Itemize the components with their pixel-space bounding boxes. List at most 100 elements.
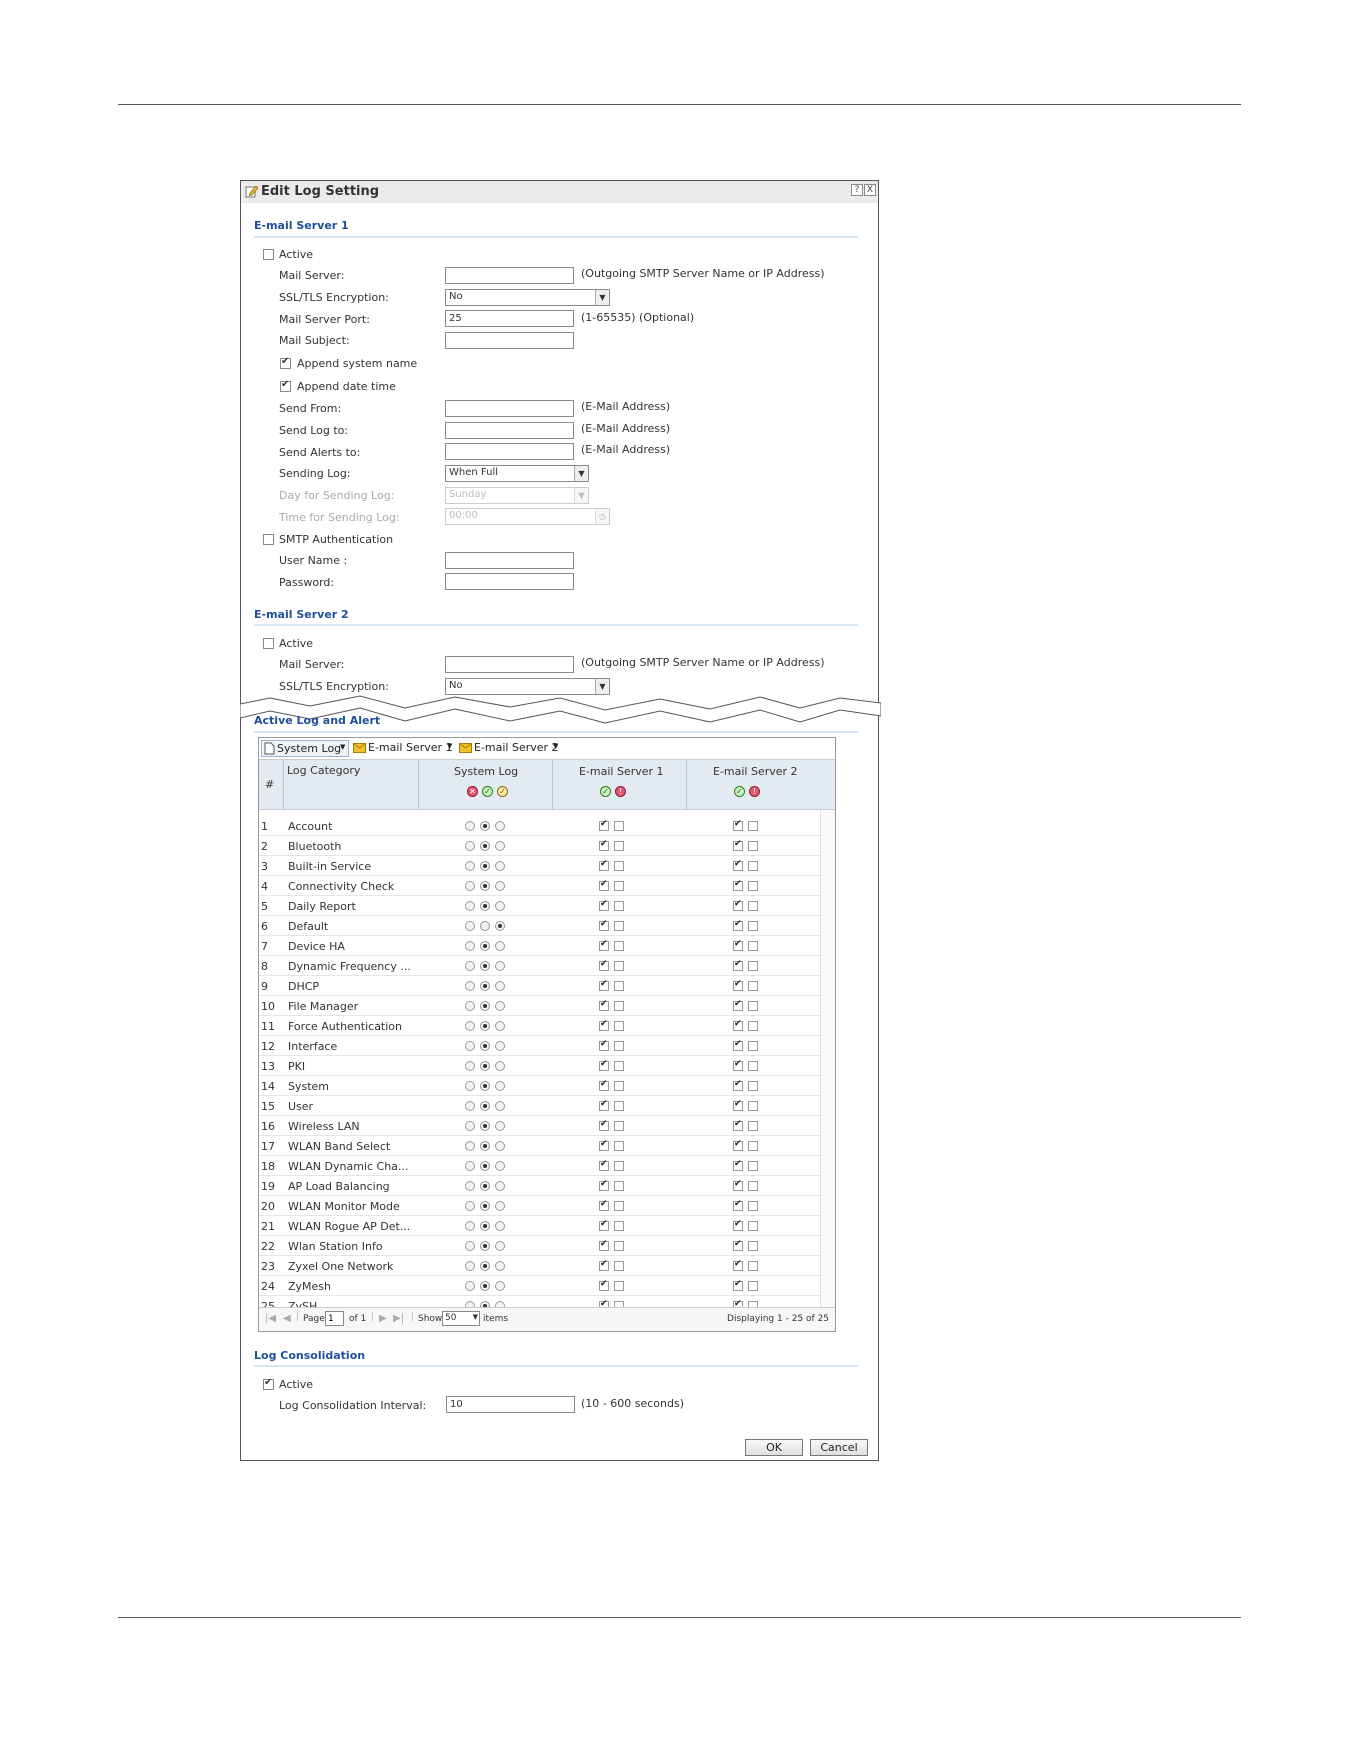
system-log-normal-radio[interactable] <box>480 1041 490 1051</box>
system-log-normal-radio[interactable] <box>480 961 490 971</box>
email-2-normal-checkbox[interactable] <box>733 959 743 971</box>
system-log-disable-radio[interactable] <box>465 821 475 831</box>
email-1-normal-checkbox[interactable] <box>599 1239 609 1251</box>
es2-active-checkbox[interactable] <box>263 638 274 649</box>
email-2-alert-checkbox[interactable] <box>748 1061 758 1071</box>
system-log-alert-radio[interactable] <box>495 1261 505 1271</box>
email-1-normal-checkbox[interactable] <box>599 1219 609 1231</box>
system-log-alert-radio[interactable] <box>495 841 505 851</box>
system-log-alert-radio[interactable] <box>495 941 505 951</box>
es1-port-input[interactable] <box>445 310 574 327</box>
sending-log-select[interactable]: When Full ▼ <box>445 465 589 482</box>
email-1-alert-checkbox[interactable] <box>614 1001 624 1011</box>
email-1-normal-checkbox[interactable] <box>599 1139 609 1151</box>
email-2-normal-checkbox[interactable] <box>733 1159 743 1171</box>
email-1-normal-checkbox[interactable] <box>599 959 609 971</box>
email-2-alert-checkbox[interactable] <box>748 881 758 891</box>
email-1-alert-checkbox[interactable] <box>614 1041 624 1051</box>
system-log-disable-radio[interactable] <box>465 1181 475 1191</box>
email-2-normal-checkbox[interactable] <box>733 899 743 911</box>
append-date-time-checkbox[interactable] <box>280 379 291 392</box>
system-log-normal-radio[interactable] <box>480 981 490 991</box>
help-icon[interactable]: ? <box>851 184 863 196</box>
email-2-normal-checkbox[interactable] <box>733 919 743 931</box>
system-log-normal-radio[interactable] <box>480 881 490 891</box>
email-2-normal-checkbox[interactable] <box>733 1139 743 1151</box>
system-log-alert-radio[interactable] <box>495 921 505 931</box>
email-2-normal-checkbox[interactable] <box>733 1059 743 1071</box>
email-2-alert-checkbox[interactable] <box>748 1041 758 1051</box>
email-2-alert-checkbox[interactable] <box>748 1181 758 1191</box>
email-2-alert-checkbox[interactable] <box>748 1081 758 1091</box>
email-1-alert-checkbox[interactable] <box>614 1201 624 1211</box>
email-2-normal-checkbox[interactable] <box>733 1279 743 1291</box>
system-log-normal-radio[interactable] <box>480 1021 490 1031</box>
system-log-alert-radio[interactable] <box>495 1101 505 1111</box>
system-log-disable-radio[interactable] <box>465 1061 475 1071</box>
email-1-normal-checkbox[interactable] <box>599 899 609 911</box>
system-log-alert-radio[interactable] <box>495 901 505 911</box>
email-1-normal-checkbox[interactable] <box>599 1059 609 1071</box>
system-log-menu[interactable]: System Log ▼ <box>261 740 349 757</box>
email-1-alert-checkbox[interactable] <box>614 961 624 971</box>
email-2-normal-checkbox[interactable] <box>733 1179 743 1191</box>
system-log-normal-radio[interactable] <box>480 941 490 951</box>
send-from-input[interactable] <box>445 400 574 417</box>
email-2-alert-checkbox[interactable] <box>748 821 758 831</box>
email-2-normal-checkbox[interactable] <box>733 1039 743 1051</box>
system-log-alert-radio[interactable] <box>495 1161 505 1171</box>
email-1-normal-checkbox[interactable] <box>599 1279 609 1291</box>
email-2-alert-checkbox[interactable] <box>748 1201 758 1211</box>
es1-ssl-select[interactable]: No ▼ <box>445 289 610 306</box>
email-2-normal-checkbox[interactable] <box>733 1259 743 1271</box>
email-1-alert-checkbox[interactable] <box>614 841 624 851</box>
email-2-alert-checkbox[interactable] <box>748 1101 758 1111</box>
email-1-normal-checkbox[interactable] <box>599 1039 609 1051</box>
email-2-alert-checkbox[interactable] <box>748 1221 758 1231</box>
system-log-alert-radio[interactable] <box>495 1241 505 1251</box>
close-icon[interactable]: X <box>864 184 876 196</box>
system-log-disable-radio[interactable] <box>465 1281 475 1291</box>
cancel-button[interactable]: Cancel <box>810 1439 868 1456</box>
email-2-alert-checkbox[interactable] <box>748 1021 758 1031</box>
email-1-alert-checkbox[interactable] <box>614 1061 624 1071</box>
system-log-disable-radio[interactable] <box>465 1081 475 1091</box>
email-1-alert-checkbox[interactable] <box>614 1241 624 1251</box>
system-log-normal-radio[interactable] <box>480 1141 490 1151</box>
first-page-icon[interactable]: |◀ <box>265 1313 276 1324</box>
email-1-alert-checkbox[interactable] <box>614 1141 624 1151</box>
email-2-normal-checkbox[interactable] <box>733 879 743 891</box>
system-log-alert-radio[interactable] <box>495 1081 505 1091</box>
email-2-alert-checkbox[interactable] <box>748 861 758 871</box>
email-1-normal-checkbox[interactable] <box>599 1079 609 1091</box>
system-log-normal-radio[interactable] <box>480 901 490 911</box>
system-log-disable-radio[interactable] <box>465 881 475 891</box>
system-log-normal-radio[interactable] <box>480 1281 490 1291</box>
email-1-normal-checkbox[interactable] <box>599 1019 609 1031</box>
email-1-normal-checkbox[interactable] <box>599 1259 609 1271</box>
system-log-disable-radio[interactable] <box>465 1021 475 1031</box>
system-log-normal-radio[interactable] <box>480 1201 490 1211</box>
email-2-normal-checkbox[interactable] <box>733 1239 743 1251</box>
email-1-normal-checkbox[interactable] <box>599 1199 609 1211</box>
system-log-alert-radio[interactable] <box>495 961 505 971</box>
system-log-alert-radio[interactable] <box>495 981 505 991</box>
enable-alert-icon[interactable]: ✓ <box>497 786 508 797</box>
email-2-normal-checkbox[interactable] <box>733 1199 743 1211</box>
system-log-alert-radio[interactable] <box>495 821 505 831</box>
system-log-normal-radio[interactable] <box>480 1001 490 1011</box>
email-2-normal-checkbox[interactable] <box>733 999 743 1011</box>
email-2-alert-checkbox[interactable] <box>748 901 758 911</box>
email-1-normal-checkbox[interactable] <box>599 879 609 891</box>
alert-icon[interactable]: ! <box>615 786 626 797</box>
email-1-normal-checkbox[interactable] <box>599 839 609 851</box>
email-2-alert-checkbox[interactable] <box>748 1241 758 1251</box>
email-2-normal-checkbox[interactable] <box>733 979 743 991</box>
email-1-alert-checkbox[interactable] <box>614 1261 624 1271</box>
system-log-disable-radio[interactable] <box>465 901 475 911</box>
system-log-disable-radio[interactable] <box>465 1141 475 1151</box>
system-log-normal-radio[interactable] <box>480 1241 490 1251</box>
email-2-alert-checkbox[interactable] <box>748 1261 758 1271</box>
enable-normal-icon[interactable]: ✓ <box>600 786 611 797</box>
email-2-alert-checkbox[interactable] <box>748 1281 758 1291</box>
